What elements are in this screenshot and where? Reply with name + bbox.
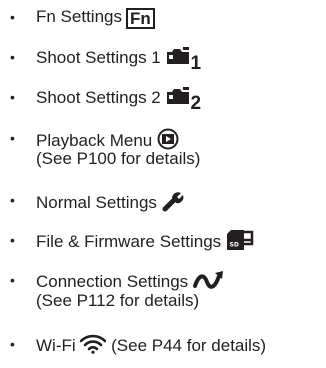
- item-label: Playback Menu: [36, 130, 153, 150]
- item-note: (See P44 for details): [111, 335, 267, 355]
- item-note: (See P100 for details): [36, 149, 201, 168]
- bullet: •: [10, 9, 15, 25]
- item-label: Shoot Settings 1: [36, 47, 161, 67]
- fn-icon: Fn: [126, 8, 155, 29]
- item-label: Shoot Settings 2: [36, 87, 161, 107]
- camera-number: 2: [190, 92, 202, 114]
- camera-icon: [166, 87, 190, 110]
- bullet: •: [10, 232, 15, 248]
- bullet: •: [10, 192, 15, 208]
- bullet: •: [10, 130, 15, 146]
- wifi-icon: [80, 334, 107, 359]
- bullet: •: [10, 49, 15, 65]
- item-label: Normal Settings: [36, 192, 157, 212]
- wrench-icon: [162, 190, 184, 217]
- item-label: File & Firmware Settings: [36, 231, 222, 251]
- item-label: Wi-Fi: [36, 335, 76, 355]
- item-label: Connection Settings: [36, 271, 189, 291]
- bullet: •: [10, 89, 15, 105]
- bullet: •: [10, 272, 15, 288]
- camera-number: 1: [190, 52, 202, 74]
- item-note: (See P112 for details): [36, 291, 200, 310]
- svg-text:SD: SD: [229, 242, 238, 249]
- item-label: Fn Settings: [36, 7, 122, 26]
- camera-icon: [166, 47, 190, 70]
- bullet: •: [10, 336, 15, 352]
- sd-card-icon: SD: [226, 230, 254, 255]
